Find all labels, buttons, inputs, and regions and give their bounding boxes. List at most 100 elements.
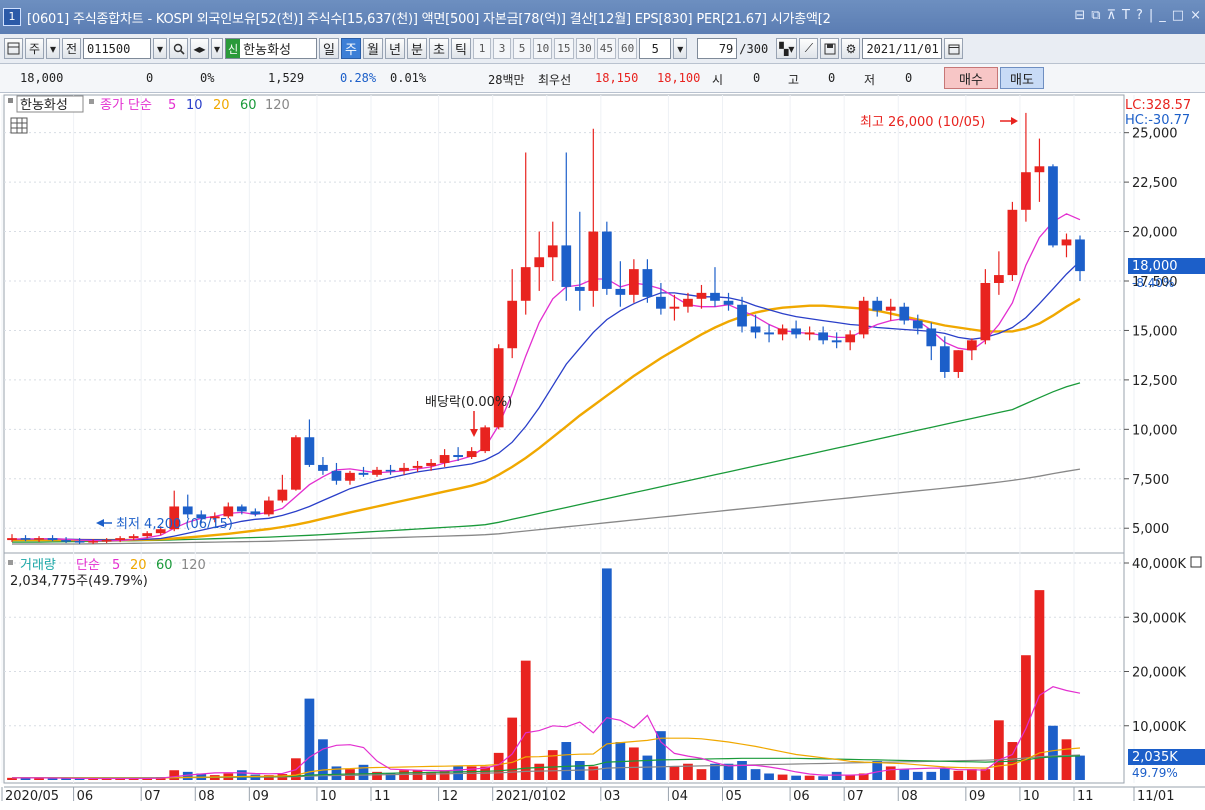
gear-icon[interactable]: ⚙ [841, 38, 861, 59]
volume-bar [588, 766, 599, 780]
volume-bar [412, 770, 423, 780]
font-icon[interactable]: T [1122, 8, 1130, 23]
hc-label: HC:-30.77 [1125, 113, 1190, 128]
volume-bar [966, 769, 977, 780]
stock-chart[interactable]: 25,00022,50020,00017,50015,00012,50010,0… [0, 93, 1205, 810]
date-input[interactable]: 2021/11/01 [862, 38, 943, 59]
dock-icon[interactable]: ⊟ [1074, 8, 1085, 23]
y-tick-label: 15,000 [1132, 324, 1178, 339]
volume-bar [791, 775, 801, 780]
market-select[interactable]: 주 [25, 38, 44, 59]
code-input[interactable]: 011500 [83, 38, 151, 59]
volume-bar [34, 778, 44, 780]
period-year[interactable]: 년 [385, 38, 406, 59]
candle-body [818, 332, 829, 341]
candle-body [74, 541, 85, 543]
candle-body [7, 538, 17, 541]
interval-45[interactable]: 45 [596, 38, 617, 59]
volume-bar [669, 766, 680, 780]
window-controls: ⊟ ⧉ ⊼ T ? | _ □ × [1074, 8, 1201, 23]
x-tick-label: 09 [252, 789, 269, 804]
interval-60[interactable]: 60 [618, 38, 638, 59]
candle-body [791, 328, 801, 335]
candle-body [426, 462, 436, 466]
x-tick-label: 11 [1077, 789, 1094, 804]
buy-button[interactable]: 매수 [944, 67, 998, 89]
x-tick-label: 06 [77, 789, 94, 804]
volume-bar [169, 770, 180, 780]
volume-bar [764, 773, 774, 780]
sell-button[interactable]: 매도 [1000, 67, 1044, 89]
table-icon[interactable] [10, 117, 28, 134]
x-tick-label: 03 [604, 789, 621, 804]
speaker-icon[interactable]: ◂▸ [190, 38, 209, 59]
vol-legend-ma-label: 단순 [76, 558, 100, 573]
interval-10[interactable]: 10 [533, 38, 553, 59]
candle-body [101, 540, 112, 542]
interval-5[interactable]: 5 [513, 38, 532, 59]
period-second[interactable]: 초 [429, 38, 450, 59]
x-tick-label: 05 [726, 789, 743, 804]
code-dropdown-icon[interactable]: ▾ [153, 38, 167, 59]
candle-body [34, 538, 44, 540]
stock-name-field[interactable]: 신 한농화성 [225, 38, 318, 59]
volume-bar [1034, 590, 1045, 780]
legend-ma5: 5 [168, 98, 176, 113]
layout-icon[interactable] [4, 38, 23, 59]
y-tick-label: 10,000 [1132, 423, 1178, 438]
current-price: 18,000 [20, 71, 64, 85]
interval-15[interactable]: 15 [554, 38, 574, 59]
dividend-annotation: 배당락(0.00%) [425, 395, 512, 410]
volume-y-tick-label: 10,000K [1132, 720, 1186, 735]
panel-close-icon[interactable] [1190, 556, 1202, 568]
period-month[interactable]: 월 [363, 38, 384, 59]
interval-1[interactable]: 1 [473, 38, 492, 59]
window-number[interactable]: 1 [3, 8, 21, 26]
speaker-dropdown-icon[interactable]: ▾ [211, 38, 224, 59]
candle-body [737, 304, 747, 327]
candle-body [953, 350, 964, 372]
candle-body [453, 455, 463, 458]
search-icon[interactable] [169, 38, 188, 59]
layout-glyph [7, 42, 20, 55]
vol-legend-ma20: 20 [130, 558, 147, 573]
candle-body [994, 275, 1004, 283]
candle-body [696, 292, 707, 299]
high-annotation: 최고 26,000 (10/05) [860, 115, 985, 130]
line-tool-icon[interactable]: ⟋ [799, 38, 819, 59]
all-button[interactable]: 전 [62, 38, 81, 59]
period-tick[interactable]: 틱 [451, 38, 472, 59]
period-day[interactable]: 일 [319, 38, 340, 59]
market-dropdown-icon[interactable]: ▾ [46, 38, 60, 59]
interval-3[interactable]: 3 [493, 38, 512, 59]
help-icon[interactable]: ? [1136, 8, 1143, 23]
calendar-icon[interactable] [944, 38, 964, 59]
pin-icon[interactable]: ⊼ [1107, 8, 1117, 23]
minimize-icon[interactable]: _ [1159, 8, 1166, 23]
candle-body [520, 267, 531, 301]
volume-y-tick-label: 40,000K [1132, 557, 1186, 572]
period-minute[interactable]: 분 [407, 38, 428, 59]
volume-bar [642, 755, 653, 780]
interval-30[interactable]: 30 [575, 38, 595, 59]
interval-input[interactable]: 5 [639, 38, 672, 59]
tile-icon[interactable]: ⧉ [1091, 8, 1100, 23]
candle-body [656, 296, 666, 309]
maximize-icon[interactable]: □ [1172, 8, 1184, 23]
price-change: 0 [146, 71, 154, 85]
period-week[interactable]: 주 [341, 38, 362, 59]
candle-body [845, 334, 856, 343]
close-icon[interactable]: × [1190, 8, 1201, 23]
compare-icon[interactable]: ▚▾ [776, 38, 798, 59]
volume-bar [561, 742, 572, 780]
volume-bar [520, 660, 531, 780]
candle-body [683, 298, 693, 307]
candle-body [480, 427, 491, 452]
interval-dropdown-icon[interactable]: ▾ [673, 38, 688, 59]
candle-body [47, 538, 58, 541]
candle-body [385, 469, 396, 472]
x-tick-label: 2020/05 [5, 789, 59, 804]
save-icon[interactable] [820, 38, 840, 59]
count-input[interactable]: 79 [697, 38, 738, 59]
chart-area[interactable]: 25,000 22,500 20,000 17,500 15,000 12,500 10,0… [0, 93, 1205, 810]
